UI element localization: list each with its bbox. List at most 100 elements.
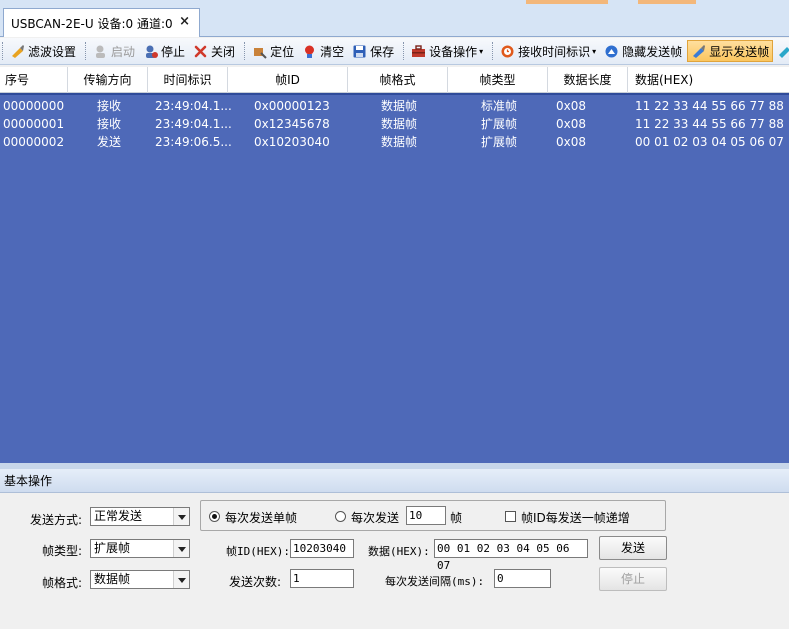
send-count-input[interactable]: 1 xyxy=(290,569,354,588)
filter-settings-button[interactable]: 滤波设置 xyxy=(7,40,79,62)
table-row[interactable]: 00000000 接收 23:49:04.1... 0x00000123 数据帧… xyxy=(0,97,789,115)
main-toolbar: 滤波设置 启动 停止 关闭 定位 清空 保存 设备操作 ▾ 接收时间标识 ▾ 隐… xyxy=(0,38,789,65)
decoration xyxy=(638,0,696,4)
table-row[interactable]: 00000002 发送 23:49:06.5... 0x10203040 数据帧… xyxy=(0,133,789,151)
cell-data-length: 0x08 xyxy=(556,135,587,149)
close-tab-icon[interactable]: × xyxy=(179,14,190,29)
stop-button[interactable]: 停止 xyxy=(140,40,188,62)
start-label: 启动 xyxy=(111,44,136,59)
single-frame-radio[interactable] xyxy=(209,511,220,522)
send-interval-label: 每次发送间隔(ms): xyxy=(385,575,485,588)
data-hex-label: 数据(HEX): xyxy=(368,545,430,558)
cell-data-length: 0x08 xyxy=(556,117,587,131)
table-row[interactable]: 00000001 接收 23:49:04.1... 0x12345678 数据帧… xyxy=(0,115,789,133)
overflow-button[interactable] xyxy=(775,40,789,62)
single-frame-label: 每次发送单帧 xyxy=(225,511,298,525)
multi-frame-radio[interactable] xyxy=(335,511,346,522)
frame-format-select[interactable]: 数据帧 xyxy=(90,570,190,589)
column-header-frame-id[interactable]: 帧ID xyxy=(228,67,348,93)
send-mode-label: 发送方式: xyxy=(30,513,83,527)
clock-icon xyxy=(500,44,515,59)
chevron-down-icon xyxy=(173,508,189,525)
hide-send-frames-label: 隐藏发送帧 xyxy=(622,44,683,59)
clear-label: 清空 xyxy=(320,44,345,59)
send-interval-input[interactable]: 0 xyxy=(494,569,551,588)
save-label: 保存 xyxy=(370,44,395,59)
start-icon xyxy=(93,44,108,59)
frame-type-label: 帧类型: xyxy=(42,544,83,558)
send-options-group: 每次发送单帧 每次发送 10 帧 帧ID每发送一帧递增 xyxy=(200,500,666,531)
multi-frame-count-input[interactable]: 10 xyxy=(406,506,446,525)
toolbar-separator xyxy=(2,42,3,60)
toolbar-separator xyxy=(244,42,246,60)
filter-icon xyxy=(10,44,25,59)
cell-frame-type: 扩展帧 xyxy=(481,135,518,149)
show-send-frames-button[interactable]: 显示发送帧 xyxy=(687,40,774,62)
stop-icon xyxy=(143,44,159,59)
cell-direction: 接收 xyxy=(97,117,122,131)
column-header-timestamp[interactable]: 时间标识 xyxy=(148,67,228,93)
clear-button[interactable]: 清空 xyxy=(299,40,347,62)
id-increment-checkbox[interactable] xyxy=(505,511,516,522)
device-tab[interactable]: USBCAN-2E-U 设备:0 通道:0 × xyxy=(3,8,200,37)
chevron-down-icon xyxy=(173,571,189,588)
cell-timestamp: 23:49:06.5... xyxy=(155,135,232,149)
more-icon xyxy=(776,44,789,59)
multi-frame-prefix: 每次发送 xyxy=(351,511,400,525)
frame-format-label: 帧格式: xyxy=(42,576,83,590)
send-button[interactable]: 发送 xyxy=(599,536,667,560)
chevron-down-icon xyxy=(173,540,189,557)
receive-timestamp-menu[interactable]: 接收时间标识 ▾ xyxy=(497,40,599,62)
toolbar-separator xyxy=(403,42,405,60)
receive-timestamp-label: 接收时间标识 xyxy=(518,44,591,59)
column-header-frame-type[interactable]: 帧类型 xyxy=(448,67,548,93)
grid-column-header: 序号 传输方向 时间标识 帧ID 帧格式 帧类型 数据长度 数据(HEX) xyxy=(0,67,789,93)
send-mode-select[interactable]: 正常发送 xyxy=(90,507,190,526)
start-button[interactable]: 启动 xyxy=(90,40,138,62)
cell-frame-id: 0x12345678 xyxy=(254,117,330,131)
cell-data-hex: 00 01 02 03 04 05 06 07 xyxy=(635,135,784,149)
close-device-button[interactable]: 关闭 xyxy=(190,40,238,62)
device-tab-label: USBCAN-2E-U 设备:0 通道:0 xyxy=(11,16,173,31)
toolbar-separator xyxy=(85,42,87,60)
send-mode-value: 正常发送 xyxy=(94,509,143,523)
cell-frame-id: 0x00000123 xyxy=(254,99,330,113)
frame-type-select[interactable]: 扩展帧 xyxy=(90,539,190,558)
data-hex-input[interactable]: 00 01 02 03 04 05 06 07 xyxy=(434,539,588,572)
close-device-icon xyxy=(193,44,208,59)
toolbox-icon xyxy=(411,44,426,59)
send-count-label: 发送次数: xyxy=(229,575,282,589)
cell-frame-format: 数据帧 xyxy=(381,99,418,113)
column-header-index[interactable]: 序号 xyxy=(0,67,68,93)
cell-timestamp: 23:49:04.1... xyxy=(155,99,232,113)
cell-index: 00000000 xyxy=(3,99,65,113)
hide-send-frames-button[interactable]: 隐藏发送帧 xyxy=(601,40,685,62)
multi-frame-suffix: 帧 xyxy=(450,511,463,525)
cell-data-length: 0x08 xyxy=(556,99,587,113)
column-header-data-length[interactable]: 数据长度 xyxy=(548,67,628,93)
hide-icon xyxy=(604,44,619,59)
cell-index: 00000002 xyxy=(3,135,65,149)
frame-id-input[interactable]: 10203040 xyxy=(290,539,354,558)
cell-frame-format: 数据帧 xyxy=(381,135,418,149)
dropdown-arrow-icon: ▾ xyxy=(479,46,484,56)
save-button[interactable]: 保存 xyxy=(349,40,397,62)
stop-send-button[interactable]: 停止 xyxy=(599,567,667,591)
column-header-direction[interactable]: 传输方向 xyxy=(68,67,148,93)
locate-label: 定位 xyxy=(270,44,295,59)
cell-frame-format: 数据帧 xyxy=(381,117,418,131)
show-icon xyxy=(691,44,706,59)
clear-icon xyxy=(302,44,317,59)
device-operations-menu[interactable]: 设备操作 ▾ xyxy=(408,40,486,62)
locate-button[interactable]: 定位 xyxy=(249,40,297,62)
locate-icon xyxy=(252,44,267,59)
close-device-label: 关闭 xyxy=(211,44,236,59)
column-header-frame-format[interactable]: 帧格式 xyxy=(348,67,448,93)
column-header-data-hex[interactable]: 数据(HEX) xyxy=(628,67,789,93)
frame-grid[interactable]: 00000000 接收 23:49:04.1... 0x00000123 数据帧… xyxy=(0,93,789,463)
frame-type-value: 扩展帧 xyxy=(94,541,131,555)
stop-label: 停止 xyxy=(161,44,186,59)
frame-format-value: 数据帧 xyxy=(94,572,131,586)
cell-direction: 接收 xyxy=(97,99,122,113)
cell-frame-type: 扩展帧 xyxy=(481,117,518,131)
